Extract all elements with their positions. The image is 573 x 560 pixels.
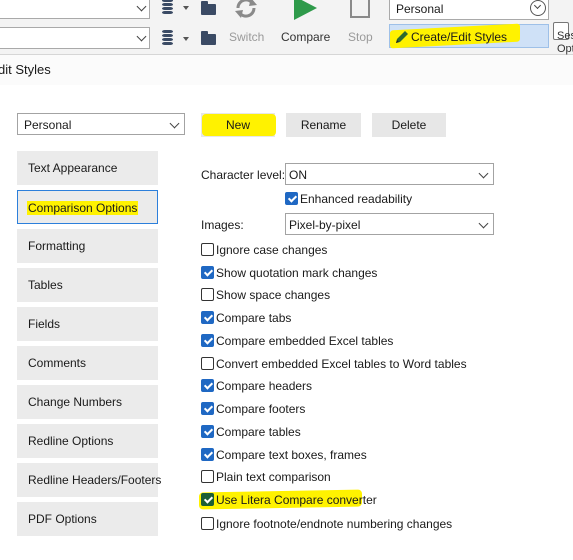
character-level-value: ON: [289, 168, 307, 182]
enhanced-readability-checkbox[interactable]: [285, 192, 298, 205]
category-item-label: Redline Options: [28, 434, 114, 448]
category-item-label: Tables: [28, 278, 63, 292]
session-options-label-2: Opt: [557, 43, 573, 55]
chevron-down-icon: [478, 218, 489, 229]
option-label: Use Litera Compare converter: [216, 493, 377, 507]
category-item-label: Redline Headers/Footers: [28, 473, 162, 487]
chevron-down-icon: [136, 31, 147, 42]
category-item-label: Comparison Options: [27, 201, 139, 215]
option-label: Compare tabs: [216, 311, 292, 325]
category-item-label: Fields: [28, 317, 61, 331]
option-checkbox[interactable]: [201, 448, 214, 461]
category-item[interactable]: Formatting: [17, 229, 158, 263]
new-button[interactable]: New: [201, 113, 276, 137]
option-checkbox[interactable]: [201, 470, 214, 483]
dialog-title: dit Styles: [0, 62, 51, 77]
category-item-label: Change Numbers: [28, 395, 123, 409]
option-label: Show quotation mark changes: [216, 266, 378, 280]
enhanced-readability-label: Enhanced readability: [300, 192, 413, 206]
category-item-label: Comments: [28, 356, 87, 370]
compare-button[interactable]: Compare: [281, 30, 330, 44]
option-checkbox[interactable]: [201, 243, 214, 256]
category-item-label: PDF Options: [28, 512, 97, 526]
option-label: Show space changes: [216, 288, 331, 302]
dialog-title-bar: [0, 55, 573, 85]
folder-icon[interactable]: [201, 1, 216, 15]
category-item[interactable]: Redline Headers/Footers: [17, 463, 162, 497]
style-select-value: Personal: [24, 118, 72, 132]
switch-icon: [232, 0, 260, 20]
create-edit-styles-label: Create/Edit Styles: [411, 30, 508, 44]
option-label: Compare text boxes, frames: [216, 448, 367, 462]
stop-button[interactable]: Stop: [348, 30, 373, 44]
option-checkbox[interactable]: [201, 311, 214, 324]
option-label: Compare headers: [216, 379, 313, 393]
option-label: Compare embedded Excel tables: [216, 334, 394, 348]
option-label: Convert embedded Excel tables to Word ta…: [216, 357, 467, 371]
category-item[interactable]: PDF Options: [17, 502, 158, 536]
chevron-down-icon: [530, 0, 546, 16]
category-item[interactable]: Change Numbers: [17, 385, 158, 419]
pencil-icon: [395, 30, 409, 44]
option-label: Ignore case changes: [216, 243, 328, 257]
database-icon[interactable]: [162, 0, 173, 14]
category-item-label: Text Appearance: [28, 161, 118, 175]
new-button-label: New: [225, 118, 250, 132]
category-item-label: Formatting: [28, 239, 86, 253]
chevron-down-icon: [478, 168, 489, 179]
option-label: Ignore footnote/endnote numbering change…: [216, 517, 453, 531]
dropdown-arrow-icon[interactable]: [183, 6, 189, 10]
create-edit-styles-button[interactable]: Create/Edit Styles: [389, 23, 549, 49]
option-checkbox[interactable]: [201, 288, 214, 301]
option-label: Plain text comparison: [216, 470, 331, 484]
dropdown-arrow-icon[interactable]: [183, 37, 189, 41]
session-options-label[interactable]: Ses: [557, 30, 573, 42]
category-item[interactable]: Comments: [17, 346, 158, 380]
folder-icon[interactable]: [201, 31, 216, 45]
category-item[interactable]: Comparison Options: [17, 190, 158, 224]
option-checkbox[interactable]: [201, 357, 214, 370]
compare-play-icon[interactable]: [293, 0, 319, 20]
style-select[interactable]: Personal: [17, 113, 185, 135]
images-value: Pixel-by-pixel: [289, 218, 361, 232]
ribbon-document-combo-2[interactable]: [0, 27, 150, 49]
chevron-down-icon: [136, 1, 147, 12]
option-label: Compare tables: [216, 425, 301, 439]
option-checkbox[interactable]: [201, 266, 214, 279]
category-item[interactable]: Tables: [17, 268, 158, 302]
category-item[interactable]: Text Appearance: [17, 151, 158, 185]
character-level-select[interactable]: ON: [285, 163, 494, 185]
ribbon-document-combo-1[interactable]: [0, 0, 150, 19]
switch-button[interactable]: Switch: [229, 30, 264, 44]
option-label: Compare footers: [216, 402, 306, 416]
images-label: Images:: [201, 218, 244, 232]
ribbon-style-combo-value: Personal: [396, 2, 444, 16]
option-checkbox[interactable]: [201, 425, 214, 438]
ribbon-style-combo[interactable]: Personal: [389, 0, 549, 20]
images-select[interactable]: Pixel-by-pixel: [285, 213, 494, 235]
category-item[interactable]: Redline Options: [17, 424, 158, 458]
delete-button[interactable]: Delete: [372, 113, 446, 137]
stop-icon: [350, 0, 370, 18]
option-checkbox[interactable]: [201, 379, 214, 392]
option-checkbox[interactable]: [201, 493, 214, 506]
option-checkbox[interactable]: [201, 517, 214, 530]
option-checkbox[interactable]: [201, 334, 214, 347]
category-item[interactable]: Fields: [17, 307, 158, 341]
database-icon[interactable]: [162, 30, 173, 45]
rename-button[interactable]: Rename: [286, 113, 361, 137]
chevron-down-icon: [169, 118, 180, 129]
option-checkbox[interactable]: [201, 402, 214, 415]
character-level-label: Character level:: [201, 168, 286, 182]
